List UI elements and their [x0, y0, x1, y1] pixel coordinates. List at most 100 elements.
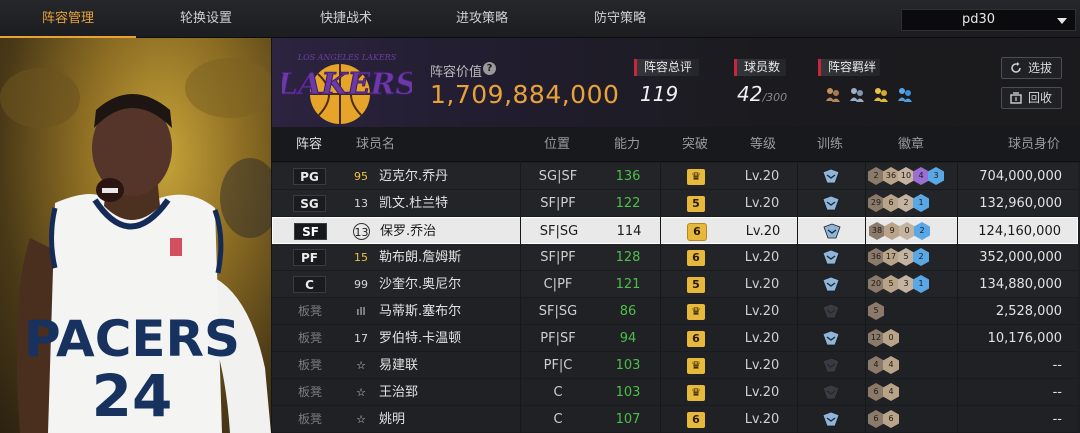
col-level[interactable]: 等级	[750, 127, 776, 162]
lineup-slot: 板凳	[297, 412, 322, 426]
crown-icon: ♛	[687, 304, 705, 320]
training-icon[interactable]	[821, 195, 841, 212]
bond-icon-4[interactable]	[896, 85, 914, 103]
player-name[interactable]: 姚明	[379, 406, 405, 433]
col-name[interactable]: 球员名	[356, 127, 395, 162]
training-icon[interactable]	[821, 411, 841, 428]
rating-value: 119	[640, 82, 679, 106]
recycle-button[interactable]: 回收	[1001, 87, 1062, 109]
training-icon[interactable]	[821, 276, 841, 293]
player-name[interactable]: 罗伯特.卡温顿	[379, 325, 461, 352]
crown-icon: ♛	[687, 358, 705, 374]
player-position: C	[553, 412, 563, 427]
training-icon[interactable]	[821, 168, 841, 185]
lineup-slot[interactable]: PG	[293, 168, 326, 185]
bond-icon-1[interactable]	[824, 85, 842, 103]
badge[interactable]: 6	[868, 410, 884, 428]
player-price: 352,000,000	[979, 250, 1062, 265]
jersey-number-badge: 13	[353, 223, 370, 240]
badge[interactable]: 4	[883, 383, 899, 401]
player-level: Lv.20	[745, 224, 781, 239]
player-ability: 128	[615, 250, 641, 265]
badge[interactable]: 6	[883, 194, 899, 212]
lineup-dropdown-value: pd30	[961, 12, 996, 27]
badge[interactable]: 4	[883, 356, 899, 374]
players-label: 球员数	[734, 59, 786, 76]
badge[interactable]: 29	[868, 194, 884, 212]
badge[interactable]: 5	[868, 302, 884, 320]
jersey-number-badge: 95	[354, 170, 368, 183]
player-name[interactable]: 王治郅	[379, 379, 418, 406]
tab-lineup[interactable]: 阵容管理	[0, 0, 136, 38]
badge[interactable]: 6	[883, 410, 899, 428]
badge[interactable]: 17	[883, 248, 899, 266]
training-icon[interactable]	[821, 384, 841, 401]
badge[interactable]: 12	[868, 329, 884, 347]
badge[interactable]: 3	[928, 167, 944, 185]
player-name[interactable]: 马蒂斯.塞布尔	[379, 298, 461, 325]
badge[interactable]: 0	[883, 329, 899, 347]
jersey-number-badge: ☆	[356, 359, 366, 372]
badge[interactable]: 36	[883, 167, 899, 185]
jersey-number-badge: 17	[354, 332, 368, 345]
badge[interactable]: 0	[899, 222, 915, 240]
badge[interactable]: 1	[913, 194, 929, 212]
player-position: SF|SG	[539, 224, 579, 239]
badge[interactable]: 2	[868, 167, 884, 185]
badge[interactable]: 9	[884, 222, 900, 240]
tab-defense[interactable]: 防守策略	[550, 0, 690, 37]
lineup-slot: 板凳	[297, 358, 322, 372]
badge[interactable]: 2	[914, 222, 930, 240]
select-players-button[interactable]: 选拔	[1001, 57, 1062, 79]
lineup-slot[interactable]: SF	[294, 223, 327, 240]
tab-quick-tactics[interactable]: 快捷战术	[276, 0, 416, 37]
lineup-slot: 板凳	[297, 385, 322, 399]
lineup-slot[interactable]: PF	[293, 249, 326, 266]
lineup-slot[interactable]: SG	[293, 195, 326, 212]
players-count: 42/300	[737, 82, 787, 106]
training-icon[interactable]	[821, 249, 841, 266]
badge[interactable]: 20	[868, 275, 884, 293]
badge[interactable]: 6	[868, 383, 884, 401]
lineup-dropdown[interactable]: pd30	[901, 9, 1076, 31]
training-icon[interactable]	[821, 330, 841, 347]
tab-offense[interactable]: 进攻策略	[412, 0, 552, 37]
player-name[interactable]: 勒布朗.詹姆斯	[379, 244, 461, 271]
jersey-number-badge: 15	[354, 251, 368, 264]
player-name[interactable]: 迈克尔.乔丹	[379, 163, 448, 190]
col-breakthrough[interactable]: 突破	[682, 127, 708, 162]
badge[interactable]: 2	[898, 194, 914, 212]
col-badges[interactable]: 徽章	[898, 127, 924, 162]
training-icon[interactable]	[822, 223, 842, 240]
badge[interactable]: 36	[868, 248, 884, 266]
player-name[interactable]: 凯文.杜兰特	[379, 190, 448, 217]
player-name[interactable]: 易建联	[379, 352, 418, 379]
training-icon[interactable]	[821, 303, 841, 320]
training-icon[interactable]	[821, 357, 841, 374]
logo-text: LOS ANGELES LAKERS	[297, 53, 397, 62]
tab-rotation[interactable]: 轮换设置	[136, 0, 276, 37]
bond-icon-2[interactable]	[848, 85, 866, 103]
col-training[interactable]: 训练	[817, 127, 843, 162]
badge[interactable]: 38	[869, 222, 885, 240]
lineup-slot[interactable]: C	[293, 276, 326, 293]
badge[interactable]: 4	[868, 356, 884, 374]
player-price: 124,160,000	[978, 224, 1061, 239]
badge[interactable]: 5	[898, 248, 914, 266]
col-ability[interactable]: 能力	[614, 127, 640, 162]
col-position[interactable]: 位置	[544, 127, 570, 162]
badge[interactable]: 10	[898, 167, 914, 185]
badge[interactable]: 4	[913, 167, 929, 185]
badge[interactable]: 3	[898, 275, 914, 293]
col-price[interactable]: 球员身价	[1008, 127, 1060, 162]
jersey-number-badge: ıll	[356, 305, 366, 318]
player-name[interactable]: 沙奎尔.奥尼尔	[379, 271, 461, 298]
badge[interactable]: 2	[913, 248, 929, 266]
badge[interactable]: 5	[883, 275, 899, 293]
badge[interactable]: 1	[913, 275, 929, 293]
bond-icon-3[interactable]	[872, 85, 890, 103]
col-lineup[interactable]: 阵容	[296, 127, 322, 162]
help-icon[interactable]: ?	[483, 62, 496, 75]
player-name[interactable]: 保罗.乔治	[380, 218, 436, 245]
recycle-label: 回收	[1028, 91, 1053, 105]
